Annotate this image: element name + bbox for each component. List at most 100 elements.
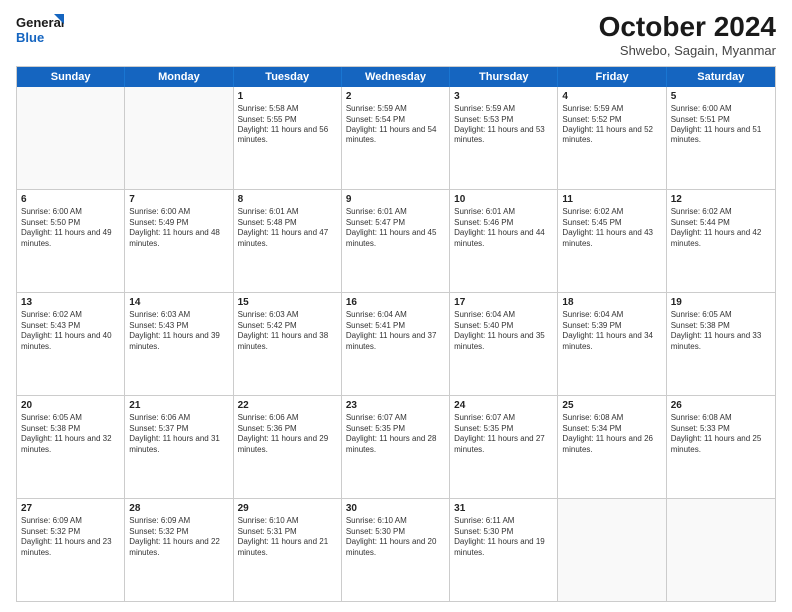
cell-sun-info: Sunrise: 6:10 AM Sunset: 5:31 PM Dayligh… [238,516,337,558]
day-number: 6 [21,193,120,207]
cal-cell-4: 4Sunrise: 5:59 AM Sunset: 5:52 PM Daylig… [558,87,666,189]
cal-cell-30: 30Sunrise: 6:10 AM Sunset: 5:30 PM Dayli… [342,499,450,601]
day-number: 22 [238,399,337,413]
day-number: 31 [454,502,553,516]
calendar-row-3: 13Sunrise: 6:02 AM Sunset: 5:43 PM Dayli… [17,292,775,395]
cal-cell-26: 26Sunrise: 6:08 AM Sunset: 5:33 PM Dayli… [667,396,775,498]
cal-cell-31: 31Sunrise: 6:11 AM Sunset: 5:30 PM Dayli… [450,499,558,601]
day-number: 23 [346,399,445,413]
cal-cell-empty-0-1 [125,87,233,189]
cell-sun-info: Sunrise: 6:11 AM Sunset: 5:30 PM Dayligh… [454,516,553,558]
day-number: 3 [454,90,553,104]
cell-sun-info: Sunrise: 6:09 AM Sunset: 5:32 PM Dayligh… [129,516,228,558]
cell-sun-info: Sunrise: 6:07 AM Sunset: 5:35 PM Dayligh… [454,413,553,455]
logo-svg: GeneralBlue [16,12,64,48]
cell-sun-info: Sunrise: 6:01 AM Sunset: 5:48 PM Dayligh… [238,207,337,249]
cal-cell-27: 27Sunrise: 6:09 AM Sunset: 5:32 PM Dayli… [17,499,125,601]
weekday-header-monday: Monday [125,67,233,87]
day-number: 13 [21,296,120,310]
cell-sun-info: Sunrise: 5:59 AM Sunset: 5:53 PM Dayligh… [454,104,553,146]
cal-cell-25: 25Sunrise: 6:08 AM Sunset: 5:34 PM Dayli… [558,396,666,498]
cell-sun-info: Sunrise: 6:04 AM Sunset: 5:39 PM Dayligh… [562,310,661,352]
day-number: 29 [238,502,337,516]
day-number: 26 [671,399,771,413]
calendar-row-2: 6Sunrise: 6:00 AM Sunset: 5:50 PM Daylig… [17,189,775,292]
cal-cell-empty-4-6 [667,499,775,601]
cal-cell-9: 9Sunrise: 6:01 AM Sunset: 5:47 PM Daylig… [342,190,450,292]
weekday-header-thursday: Thursday [450,67,558,87]
cal-cell-15: 15Sunrise: 6:03 AM Sunset: 5:42 PM Dayli… [234,293,342,395]
day-number: 4 [562,90,661,104]
header: GeneralBlue October 2024 Shwebo, Sagain,… [16,12,776,58]
cal-cell-1: 1Sunrise: 5:58 AM Sunset: 5:55 PM Daylig… [234,87,342,189]
day-number: 24 [454,399,553,413]
day-number: 1 [238,90,337,104]
cal-cell-empty-4-5 [558,499,666,601]
cal-cell-3: 3Sunrise: 5:59 AM Sunset: 5:53 PM Daylig… [450,87,558,189]
weekday-header-friday: Friday [558,67,666,87]
cell-sun-info: Sunrise: 6:08 AM Sunset: 5:33 PM Dayligh… [671,413,771,455]
cell-sun-info: Sunrise: 6:06 AM Sunset: 5:36 PM Dayligh… [238,413,337,455]
cal-cell-29: 29Sunrise: 6:10 AM Sunset: 5:31 PM Dayli… [234,499,342,601]
day-number: 16 [346,296,445,310]
day-number: 15 [238,296,337,310]
cell-sun-info: Sunrise: 6:02 AM Sunset: 5:43 PM Dayligh… [21,310,120,352]
logo: GeneralBlue [16,12,64,48]
weekday-header-tuesday: Tuesday [234,67,342,87]
cal-cell-7: 7Sunrise: 6:00 AM Sunset: 5:49 PM Daylig… [125,190,233,292]
calendar-header: SundayMondayTuesdayWednesdayThursdayFrid… [17,67,775,87]
day-number: 30 [346,502,445,516]
cal-cell-empty-0-0 [17,87,125,189]
day-number: 14 [129,296,228,310]
day-number: 28 [129,502,228,516]
cell-sun-info: Sunrise: 6:00 AM Sunset: 5:51 PM Dayligh… [671,104,771,146]
day-number: 2 [346,90,445,104]
weekday-header-wednesday: Wednesday [342,67,450,87]
day-number: 8 [238,193,337,207]
day-number: 19 [671,296,771,310]
cell-sun-info: Sunrise: 6:05 AM Sunset: 5:38 PM Dayligh… [671,310,771,352]
month-title: October 2024 [599,12,776,43]
weekday-header-sunday: Sunday [17,67,125,87]
cell-sun-info: Sunrise: 5:58 AM Sunset: 5:55 PM Dayligh… [238,104,337,146]
cal-cell-2: 2Sunrise: 5:59 AM Sunset: 5:54 PM Daylig… [342,87,450,189]
svg-text:Blue: Blue [16,30,44,45]
cal-cell-22: 22Sunrise: 6:06 AM Sunset: 5:36 PM Dayli… [234,396,342,498]
day-number: 18 [562,296,661,310]
cal-cell-6: 6Sunrise: 6:00 AM Sunset: 5:50 PM Daylig… [17,190,125,292]
day-number: 10 [454,193,553,207]
cell-sun-info: Sunrise: 6:01 AM Sunset: 5:46 PM Dayligh… [454,207,553,249]
day-number: 12 [671,193,771,207]
cell-sun-info: Sunrise: 6:05 AM Sunset: 5:38 PM Dayligh… [21,413,120,455]
day-number: 11 [562,193,661,207]
cal-cell-19: 19Sunrise: 6:05 AM Sunset: 5:38 PM Dayli… [667,293,775,395]
cal-cell-23: 23Sunrise: 6:07 AM Sunset: 5:35 PM Dayli… [342,396,450,498]
cal-cell-10: 10Sunrise: 6:01 AM Sunset: 5:46 PM Dayli… [450,190,558,292]
cell-sun-info: Sunrise: 6:07 AM Sunset: 5:35 PM Dayligh… [346,413,445,455]
day-number: 27 [21,502,120,516]
day-number: 20 [21,399,120,413]
cell-sun-info: Sunrise: 6:00 AM Sunset: 5:49 PM Dayligh… [129,207,228,249]
cell-sun-info: Sunrise: 6:00 AM Sunset: 5:50 PM Dayligh… [21,207,120,249]
cell-sun-info: Sunrise: 6:02 AM Sunset: 5:44 PM Dayligh… [671,207,771,249]
day-number: 7 [129,193,228,207]
cell-sun-info: Sunrise: 6:01 AM Sunset: 5:47 PM Dayligh… [346,207,445,249]
cal-cell-8: 8Sunrise: 6:01 AM Sunset: 5:48 PM Daylig… [234,190,342,292]
day-number: 25 [562,399,661,413]
calendar: SundayMondayTuesdayWednesdayThursdayFrid… [16,66,776,602]
cal-cell-21: 21Sunrise: 6:06 AM Sunset: 5:37 PM Dayli… [125,396,233,498]
page: GeneralBlue October 2024 Shwebo, Sagain,… [0,0,792,612]
cal-cell-14: 14Sunrise: 6:03 AM Sunset: 5:43 PM Dayli… [125,293,233,395]
cal-cell-12: 12Sunrise: 6:02 AM Sunset: 5:44 PM Dayli… [667,190,775,292]
title-area: October 2024 Shwebo, Sagain, Myanmar [599,12,776,58]
cal-cell-28: 28Sunrise: 6:09 AM Sunset: 5:32 PM Dayli… [125,499,233,601]
cal-cell-13: 13Sunrise: 6:02 AM Sunset: 5:43 PM Dayli… [17,293,125,395]
cal-cell-5: 5Sunrise: 6:00 AM Sunset: 5:51 PM Daylig… [667,87,775,189]
cell-sun-info: Sunrise: 6:03 AM Sunset: 5:43 PM Dayligh… [129,310,228,352]
svg-text:General: General [16,15,64,30]
calendar-row-4: 20Sunrise: 6:05 AM Sunset: 5:38 PM Dayli… [17,395,775,498]
calendar-row-1: 1Sunrise: 5:58 AM Sunset: 5:55 PM Daylig… [17,87,775,189]
cell-sun-info: Sunrise: 6:03 AM Sunset: 5:42 PM Dayligh… [238,310,337,352]
cal-cell-24: 24Sunrise: 6:07 AM Sunset: 5:35 PM Dayli… [450,396,558,498]
cell-sun-info: Sunrise: 6:10 AM Sunset: 5:30 PM Dayligh… [346,516,445,558]
